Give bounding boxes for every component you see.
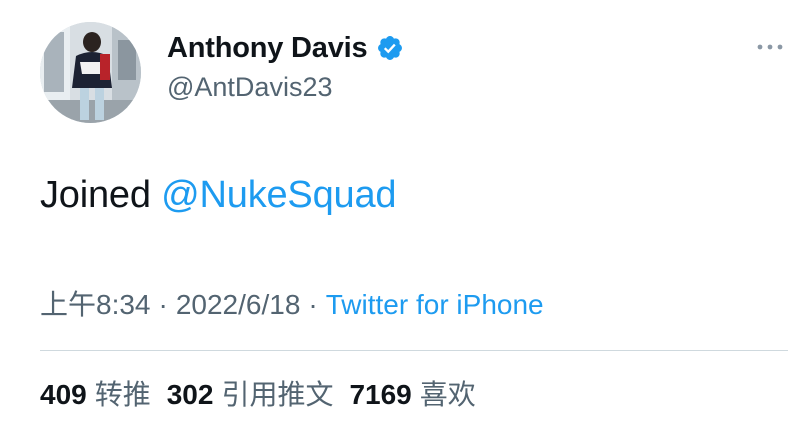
quotes-label: 引用推文 bbox=[221, 379, 334, 410]
likes-stat[interactable]: 7169 喜欢 bbox=[349, 373, 475, 413]
avatar[interactable] bbox=[40, 22, 141, 123]
mention-link[interactable]: @NukeSquad bbox=[161, 174, 396, 216]
meta-separator: · bbox=[158, 289, 168, 320]
quotes-count: 302 bbox=[166, 379, 214, 410]
tweet-text-prefix: Joined bbox=[40, 174, 162, 216]
author-handle[interactable]: @AntDavis23 bbox=[167, 72, 332, 103]
verified-badge-icon bbox=[376, 34, 404, 62]
more-icon bbox=[757, 44, 783, 50]
engagement-stats: 409 转推 302 引用推文 7169 喜欢 bbox=[40, 373, 492, 413]
more-options-button[interactable] bbox=[752, 36, 788, 58]
tweet-metadata: 上午8:34 · 2022/6/18 · Twitter for iPhone bbox=[40, 283, 544, 323]
retweets-stat[interactable]: 409 转推 bbox=[40, 373, 151, 413]
author-display-name[interactable]: Anthony Davis bbox=[167, 32, 368, 65]
tweet-text: Joined @NukeSquad bbox=[40, 174, 397, 217]
tweet-time[interactable]: 上午8:34 bbox=[40, 289, 151, 320]
profile-photo bbox=[40, 22, 141, 123]
retweets-count: 409 bbox=[40, 379, 87, 410]
likes-count: 7169 bbox=[349, 379, 412, 410]
author-name-row: Anthony Davis bbox=[167, 28, 404, 68]
tweet-source-link[interactable]: Twitter for iPhone bbox=[326, 289, 544, 320]
tweet-date[interactable]: 2022/6/18 bbox=[176, 289, 301, 320]
quotes-stat[interactable]: 302 引用推文 bbox=[167, 373, 334, 413]
likes-label: 喜欢 bbox=[419, 379, 476, 410]
meta-separator: · bbox=[308, 289, 318, 320]
divider bbox=[40, 350, 788, 351]
retweets-label: 转推 bbox=[94, 379, 151, 410]
